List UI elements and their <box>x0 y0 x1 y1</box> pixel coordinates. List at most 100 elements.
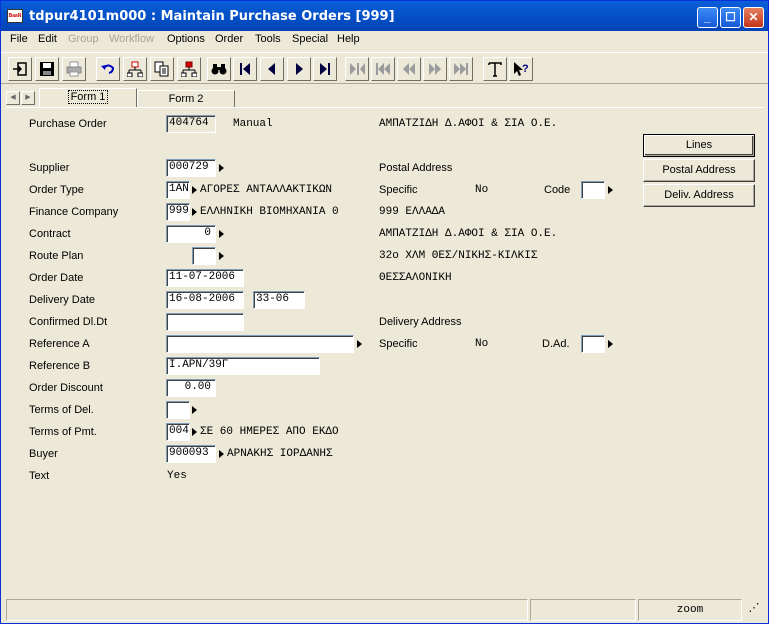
buyer-field[interactable]: 900093 <box>166 445 216 463</box>
confirmed-dl-dt-field[interactable] <box>166 313 244 331</box>
delivery-dad-field[interactable] <box>581 335 605 353</box>
exit-button[interactable] <box>8 57 32 81</box>
delivery-specific-label: Specific <box>379 338 418 350</box>
order-discount-field[interactable]: 0.00 <box>166 379 216 397</box>
save-button[interactable] <box>35 57 59 81</box>
previous-group-button[interactable] <box>397 57 421 81</box>
delivery-dad-label: D.Ad. <box>542 338 570 350</box>
last-record-button[interactable] <box>313 57 337 81</box>
route-plan-field[interactable] <box>192 247 216 265</box>
whats-this-icon: ? <box>514 62 529 76</box>
baan-app-icon[interactable]: BaaN <box>7 9 23 23</box>
terms-of-del-field[interactable] <box>166 401 190 419</box>
order-date-field[interactable]: 11-07-2006 <box>166 269 244 287</box>
next-record-button[interactable] <box>287 57 311 81</box>
first-set-button[interactable] <box>345 57 369 81</box>
postal-specific-value: No <box>475 184 489 196</box>
first-record-button[interactable] <box>233 57 257 81</box>
route-plan-label: Route Plan <box>29 250 84 262</box>
last-set-button[interactable] <box>449 57 473 81</box>
previous-set-button[interactable] <box>371 57 395 81</box>
reference-b-field[interactable]: Ι.ΑΡΝ/39Γ <box>166 357 320 375</box>
menu-options[interactable]: Options <box>167 33 205 45</box>
text-label: Text <box>29 470 50 482</box>
text-button[interactable] <box>483 57 507 81</box>
previous-record-icon <box>268 63 275 75</box>
previous-record-button[interactable] <box>260 57 284 81</box>
resize-grip-icon[interactable]: ⋰ <box>744 599 764 621</box>
order-type-zoom-icon[interactable] <box>192 186 197 194</box>
tab-form-1[interactable]: Form 1 <box>39 88 137 108</box>
tab-scroll-right[interactable]: ▶ <box>21 91 35 105</box>
finance-company-zoom-icon[interactable] <box>192 208 197 216</box>
order-type-label: Order Type <box>29 184 84 196</box>
buyer-zoom-icon[interactable] <box>219 450 224 458</box>
delivery-week-field[interactable]: 33-06 <box>253 291 305 309</box>
first-set-icon <box>350 63 365 75</box>
reference-a-field[interactable] <box>166 335 354 353</box>
confirmed-dl-dt-label: Confirmed Dl.Dt <box>29 316 108 328</box>
menu-special[interactable]: Special <box>292 33 328 45</box>
menu-group[interactable]: Group <box>68 33 99 45</box>
terms-of-del-label: Terms of Del. <box>29 404 94 416</box>
postal-code-zoom-icon[interactable] <box>608 186 613 194</box>
delete-record-button[interactable] <box>177 57 201 81</box>
previous-group-icon <box>403 63 415 75</box>
status-bar: zoom ⋰ <box>1 597 768 623</box>
title-bar[interactable]: BaaN tdpur4101m000 : Maintain Purchase O… <box>1 1 768 31</box>
postal-address-line4: ΘΕΣΣΑΛΟΝΙΚΗ <box>379 272 452 284</box>
order-type-field[interactable]: 1AN <box>166 181 190 199</box>
menu-tools[interactable]: Tools <box>255 33 281 45</box>
delivery-date-label: Delivery Date <box>29 294 96 306</box>
tab-form-2-label: Form 2 <box>168 93 204 105</box>
supplier-zoom-icon[interactable] <box>219 164 224 172</box>
reference-a-label: Reference A <box>29 338 90 350</box>
print-button[interactable] <box>62 57 86 81</box>
lines-button[interactable]: Lines <box>643 134 755 157</box>
purchase-order-field[interactable]: 404764 <box>166 115 216 133</box>
supplier-field[interactable]: 000729 <box>166 159 216 177</box>
insert-record-icon <box>127 61 143 77</box>
undo-icon <box>101 64 115 74</box>
maximize-button[interactable]: ☐ <box>720 7 741 28</box>
find-button[interactable] <box>207 57 231 81</box>
copy-record-button[interactable] <box>150 57 174 81</box>
buyer-description: ΑΡΝΑΚΗΣ ΙΟΡΔΑΝΗΣ <box>227 448 333 460</box>
terms-of-del-zoom-icon[interactable] <box>192 406 197 414</box>
tab-scroll-left[interactable]: ◀ <box>6 91 20 105</box>
delete-record-icon <box>181 61 197 77</box>
close-button[interactable]: ✕ <box>743 7 764 28</box>
route-plan-zoom-icon[interactable] <box>219 252 224 260</box>
whats-this-button[interactable]: ? <box>509 57 533 81</box>
deliv-address-button[interactable]: Deliv. Address <box>643 184 755 207</box>
finance-company-description: ΕΛΛΗΝΙΚΗ ΒΙΟΜΗΧΑΝΙΑ 0 <box>200 206 339 218</box>
delivery-dad-zoom-icon[interactable] <box>608 340 613 348</box>
order-type-description: ΑΓΟΡΕΣ ΑΝΤΑΛΛΑΚΤΙΚΩΝ <box>200 184 333 196</box>
reference-b-label: Reference B <box>29 360 91 372</box>
finance-company-field[interactable]: 999 <box>166 203 190 221</box>
contract-zoom-icon[interactable] <box>219 230 224 238</box>
menu-file[interactable]: File <box>10 33 28 45</box>
contract-field[interactable]: 0 <box>166 225 216 243</box>
menu-help[interactable]: Help <box>337 33 360 45</box>
menu-workflow[interactable]: Workflow <box>109 33 154 45</box>
terms-of-pmt-field[interactable]: 004 <box>166 423 190 441</box>
undo-button[interactable] <box>96 57 120 81</box>
first-record-icon <box>240 63 250 75</box>
insert-record-button[interactable] <box>123 57 147 81</box>
delivery-date-field[interactable]: 16-08-2006 <box>166 291 244 309</box>
postal-code-field[interactable] <box>581 181 605 199</box>
supplier-name: ΑΜΠΑΤΖΙΔΗ Δ.ΑΦΟΙ & ΣΙΑ Ο.Ε. <box>379 118 558 130</box>
menu-order[interactable]: Order <box>215 33 243 45</box>
minimize-button[interactable]: _ <box>697 7 718 28</box>
form-tabs: ◀ ▶ Form 1 Form 2 <box>1 88 768 108</box>
supplier-label: Supplier <box>29 162 70 174</box>
postal-address-button[interactable]: Postal Address <box>643 159 755 182</box>
terms-of-pmt-zoom-icon[interactable] <box>192 428 197 436</box>
postal-address-line3: 32ο ΧΛΜ ΘΕΣ/ΝΙΚΗΣ-ΚΙΛΚΙΣ <box>379 250 538 262</box>
reference-a-zoom-icon[interactable] <box>357 340 362 348</box>
tab-form-2[interactable]: Form 2 <box>137 90 235 108</box>
menu-edit[interactable]: Edit <box>38 33 57 45</box>
exit-icon <box>13 62 27 76</box>
next-group-button[interactable] <box>423 57 447 81</box>
